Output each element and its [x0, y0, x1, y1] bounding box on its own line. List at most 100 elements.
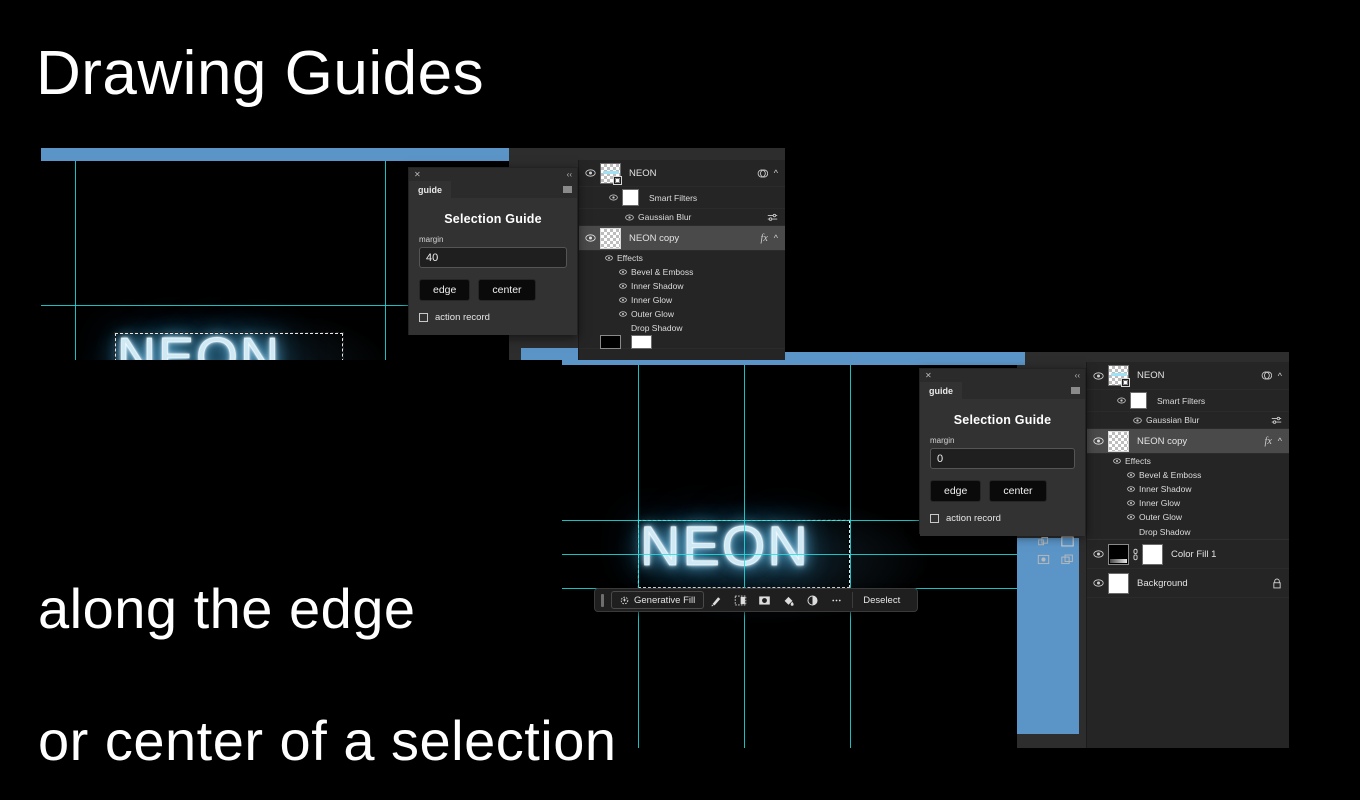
visibility-eye-icon[interactable] [619, 283, 627, 289]
visibility-eye-icon[interactable] [619, 297, 627, 303]
panel-menu-icon[interactable] [1071, 387, 1080, 394]
chevron-up-icon[interactable]: ^ [1278, 371, 1282, 381]
panel-menu-icon[interactable] [563, 186, 572, 193]
margin-input-top[interactable]: 40 [419, 247, 567, 268]
layers-panel-top[interactable]: ▣ NEON ^ Smart Filters Gaussian Blur NEO… [578, 160, 785, 360]
tab-guide-bottom[interactable]: guide [920, 382, 962, 399]
layer-thumbnail[interactable] [1108, 572, 1129, 594]
fill-selection-icon[interactable] [779, 591, 797, 609]
panel-tabrow-bottom[interactable]: guide [920, 382, 1085, 399]
layer-effects-fx-icon[interactable]: fx [761, 233, 768, 244]
layer-thumbnail[interactable] [1108, 430, 1129, 452]
more-options-icon[interactable] [827, 591, 845, 609]
tab-guide-top[interactable]: guide [409, 181, 451, 198]
layer-row-partial-top[interactable] [579, 334, 785, 349]
layer-thumbnail[interactable] [1108, 543, 1129, 565]
filter-settings-icon[interactable] [1271, 416, 1282, 425]
filter-settings-icon[interactable] [767, 213, 778, 222]
adjustment-layer-icon[interactable] [803, 591, 821, 609]
layer-mask-thumbnail[interactable] [1142, 543, 1163, 565]
layer-thumbnail[interactable]: ▣ [600, 162, 622, 185]
layer-row-inner-shadow-bottom[interactable]: Inner Shadow [1087, 482, 1289, 496]
layer-row-neon-top[interactable]: ▣ NEON ^ [579, 160, 785, 187]
layer-row-neon-copy-bottom[interactable]: NEON copy fx ^ [1087, 429, 1289, 454]
layer-row-smart-filters-bottom[interactable]: Smart Filters [1087, 390, 1289, 412]
layer-row-effects-top[interactable]: Effects [579, 251, 785, 265]
visibility-eye-icon[interactable] [1091, 579, 1105, 587]
action-record-checkbox-top[interactable] [419, 313, 428, 322]
margin-input-bottom[interactable]: 0 [930, 448, 1075, 469]
invert-selection-icon[interactable] [755, 591, 773, 609]
chevron-up-icon[interactable]: ^ [774, 233, 778, 243]
visibility-eye-icon[interactable] [1113, 458, 1121, 464]
contextual-taskbar-bottom[interactable]: Generative Fill Deselect [594, 588, 918, 612]
guide-vertical-left-top[interactable] [75, 161, 76, 360]
layer-row-right-b2[interactable]: fx ^ [1265, 436, 1282, 447]
visibility-eye-icon[interactable] [1115, 397, 1127, 404]
layer-row-right-top-2[interactable]: fx ^ [761, 233, 778, 244]
collapse-icon[interactable]: ‹‹ [567, 169, 572, 180]
layer-row-smart-filters-top[interactable]: Smart Filters [579, 187, 785, 209]
new-group-icon[interactable] [1060, 535, 1075, 548]
chevron-up-icon[interactable]: ^ [774, 168, 778, 178]
layers-footer-bottom[interactable] [1037, 535, 1075, 548]
layer-row-background-bottom[interactable]: Background [1087, 569, 1289, 598]
visibility-eye-icon[interactable] [605, 255, 613, 261]
visibility-eye-icon[interactable] [1127, 486, 1135, 492]
deselect-button[interactable]: Deselect [857, 595, 906, 606]
layer-row-right-top[interactable]: ^ [757, 168, 778, 179]
guide-horizontal-center-bottom[interactable] [562, 554, 1017, 555]
layer-row-outer-glow-top[interactable]: Outer Glow [579, 307, 785, 321]
layers-panel-bottom[interactable]: ▣ NEON ^ Smart Filters Gaussian Blur NEO… [1086, 362, 1289, 748]
layer-row-neon-copy-top[interactable]: NEON copy fx ^ [579, 226, 785, 251]
visibility-eye-icon[interactable] [1091, 371, 1105, 380]
layer-row-gaussian-blur-bottom[interactable]: Gaussian Blur [1087, 412, 1289, 429]
visibility-eye-icon[interactable] [583, 169, 597, 177]
layer-row-inner-shadow-top[interactable]: Inner Shadow [579, 279, 785, 293]
visibility-eye-icon[interactable] [1091, 437, 1105, 445]
grip-handle-icon[interactable] [601, 593, 604, 607]
layer-row-inner-glow-bottom[interactable]: Inner Glow [1087, 496, 1289, 510]
guide-vertical-right-bottom[interactable] [850, 365, 851, 748]
new-layer-icon[interactable] [1060, 553, 1075, 566]
guide-vertical-left-bottom[interactable] [638, 365, 639, 748]
visibility-eye-icon[interactable] [623, 214, 635, 221]
panel-titlebar-top[interactable]: ✕ ‹‹ [409, 168, 577, 181]
layer-row-drop-shadow-bottom[interactable]: Drop Shadow [1087, 524, 1289, 540]
smart-filter-mask-thumbnail[interactable] [622, 189, 639, 206]
layer-row-inner-glow-top[interactable]: Inner Glow [579, 293, 785, 307]
visibility-eye-icon[interactable] [1091, 550, 1105, 558]
layer-row-drop-shadow-top[interactable]: Drop Shadow [579, 321, 785, 335]
visibility-eye-icon[interactable] [1131, 417, 1143, 424]
generative-fill-button[interactable]: Generative Fill [611, 591, 705, 609]
layer-row-bevel-emboss-top[interactable]: Bevel & Emboss [579, 265, 785, 279]
edge-button-bottom[interactable]: edge [930, 480, 982, 502]
visibility-eye-icon[interactable] [619, 311, 627, 317]
guide-plugin-panel-bottom[interactable]: ✕ ‹‹ guide Selection Guide margin 0 edge… [919, 368, 1086, 536]
layer-row-color-fill-bottom[interactable]: Color Fill 1 [1087, 540, 1289, 569]
edge-button-top[interactable]: edge [419, 279, 471, 301]
visibility-eye-icon[interactable] [1127, 500, 1135, 506]
visibility-eye-icon[interactable] [583, 234, 597, 242]
layer-effects-fx-icon[interactable]: fx [1265, 436, 1272, 447]
add-mask-icon[interactable] [1037, 553, 1050, 566]
layer-row-right-b1[interactable]: ^ [1261, 370, 1282, 381]
action-record-checkbox-bottom[interactable] [930, 514, 939, 523]
visibility-eye-icon[interactable] [619, 269, 627, 275]
collapse-icon[interactable]: ‹‹ [1075, 370, 1080, 381]
layer-thumbnail[interactable]: ▣ [1108, 365, 1130, 387]
guide-vertical-right-top[interactable] [385, 161, 386, 360]
panel-tabrow-top[interactable]: guide [409, 181, 577, 198]
guide-vertical-center-bottom[interactable] [744, 365, 745, 748]
layers-footer-bottom-2[interactable] [1037, 553, 1075, 566]
panel-titlebar-bottom[interactable]: ✕ ‹‹ [920, 369, 1085, 382]
layer-row-gaussian-blur-top[interactable]: Gaussian Blur [579, 209, 785, 226]
layer-thumbnail[interactable] [600, 227, 621, 249]
smart-filter-mask-thumbnail[interactable] [1130, 392, 1147, 409]
center-button-top[interactable]: center [478, 279, 536, 301]
visibility-eye-icon[interactable] [1127, 514, 1135, 520]
layer-thumbnail[interactable] [600, 334, 621, 349]
close-icon[interactable]: ✕ [414, 169, 421, 180]
layer-row-effects-bottom[interactable]: Effects [1087, 454, 1289, 468]
action-record-row-bottom[interactable]: action record [930, 513, 1075, 536]
